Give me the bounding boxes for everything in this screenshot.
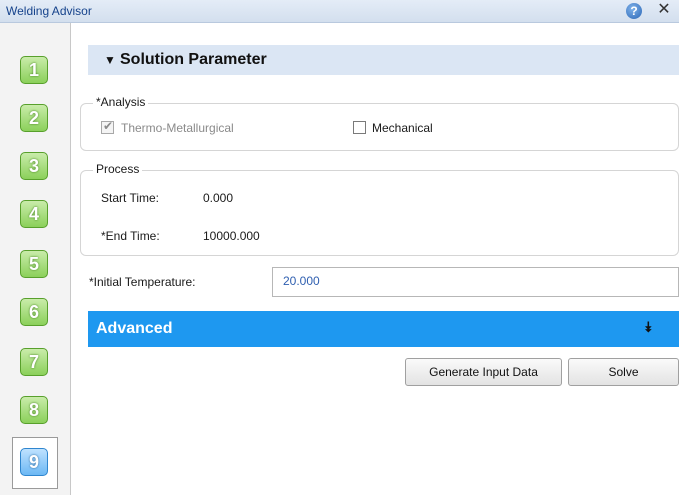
step-3-button[interactable]: 3 bbox=[20, 152, 48, 180]
initial-temperature-label: *Initial Temperature: bbox=[89, 275, 196, 289]
start-time-value: 0.000 bbox=[203, 191, 234, 205]
mechanical-checkbox[interactable] bbox=[353, 121, 366, 134]
step-2-button[interactable]: 2 bbox=[20, 104, 48, 132]
checkmark-icon: ✔ bbox=[103, 119, 114, 133]
collapse-arrow-icon: ▼ bbox=[104, 53, 116, 67]
solution-parameter-header[interactable]: ▼ Solution Parameter bbox=[88, 45, 679, 75]
step-5-button[interactable]: 5 bbox=[20, 250, 48, 278]
title-bar: Welding Advisor ? ✕ bbox=[0, 0, 679, 23]
step-7-button[interactable]: 7 bbox=[20, 348, 48, 376]
thermo-metallurgical-label: Thermo-Metallurgical bbox=[121, 121, 234, 135]
initial-temperature-input[interactable]: 20.000 bbox=[272, 267, 679, 297]
mechanical-label: Mechanical bbox=[372, 121, 433, 135]
step-1-button[interactable]: 1 bbox=[20, 56, 48, 84]
end-time-label: *End Time: bbox=[101, 229, 160, 243]
process-group bbox=[80, 170, 679, 256]
step-6-button[interactable]: 6 bbox=[20, 298, 48, 326]
end-time-value: 10000.000 bbox=[203, 229, 260, 243]
help-icon[interactable]: ? bbox=[626, 3, 642, 19]
double-chevron-down-icon: ⯯ bbox=[644, 319, 653, 335]
step-sidebar: 1 2 3 4 5 6 7 8 9 bbox=[0, 23, 71, 495]
solve-button[interactable]: Solve bbox=[568, 358, 679, 386]
advanced-label: Advanced bbox=[96, 320, 173, 337]
section-title: Solution Parameter bbox=[120, 51, 267, 68]
thermo-metallurgical-checkbox[interactable]: ✔ bbox=[101, 119, 114, 134]
close-icon[interactable]: ✕ bbox=[656, 1, 672, 19]
start-time-label: Start Time: bbox=[101, 191, 160, 205]
window-title: Welding Advisor bbox=[6, 4, 92, 18]
analysis-legend: *Analysis bbox=[93, 95, 149, 109]
step-8-button[interactable]: 8 bbox=[20, 396, 48, 424]
generate-input-data-button[interactable]: Generate Input Data bbox=[405, 358, 562, 386]
step-9-button[interactable]: 9 bbox=[20, 448, 48, 476]
process-legend: Process bbox=[93, 162, 143, 176]
step-4-button[interactable]: 4 bbox=[20, 200, 48, 228]
advanced-section-header[interactable]: Advanced ⯯ bbox=[88, 311, 679, 347]
